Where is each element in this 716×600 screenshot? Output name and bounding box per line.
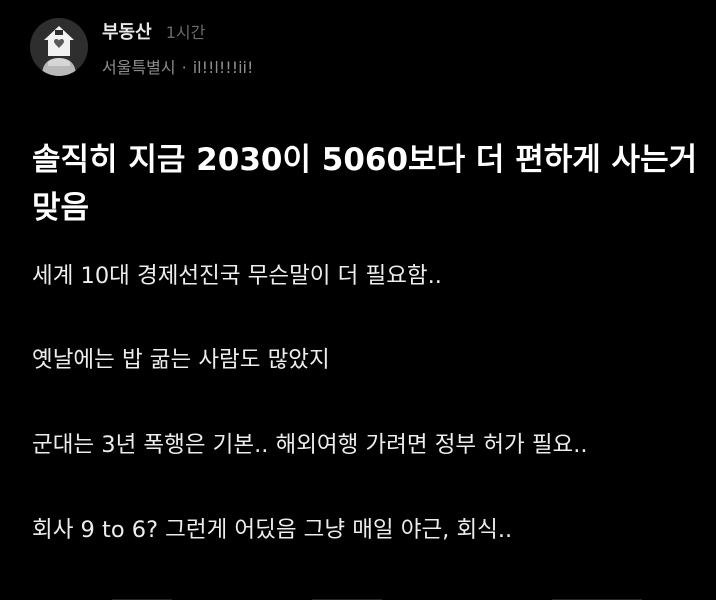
post-meta: 부동산 1시간 서울특별시 · il!!l!!!ii! — [102, 18, 253, 78]
house-heart-icon — [42, 26, 76, 76]
nickname-label: il!!l!!!ii! — [192, 58, 254, 77]
meta-separator: · — [181, 58, 187, 77]
cut-off-text-line — [32, 590, 672, 600]
body-line: 세계 10대 경제선진국 무슨말이 더 필요함.. — [32, 263, 442, 289]
body-line: 옛날에는 밥 굶는 사람도 많았지 — [32, 347, 330, 373]
avatar[interactable] — [30, 18, 88, 76]
post-header: 부동산 1시간 서울특별시 · il!!l!!!ii! — [30, 18, 253, 78]
author-row: 부동산 1시간 — [102, 18, 253, 46]
location-label: 서울특별시 — [102, 58, 176, 77]
author-name[interactable]: 부동산 — [102, 18, 152, 44]
post-title: 솔직히 지금 2030이 5060보다 더 편하게 사는거 맞음 — [32, 142, 698, 226]
cut-off-text-glyphs — [112, 599, 642, 600]
body-line: 회사 9 to 6? 그런게 어딨음 그냥 매일 야근, 회식.. — [32, 517, 513, 543]
body-line: 군대는 3년 폭행은 기본.. 해외여행 가려면 정부 허가 필요.. — [32, 432, 588, 458]
location-row: 서울특별시 · il!!l!!!ii! — [102, 54, 253, 78]
post-time: 1시간 — [165, 23, 206, 42]
post-page: 부동산 1시간 서울특별시 · il!!l!!!ii! 솔직히 지금 2030이… — [0, 0, 716, 600]
